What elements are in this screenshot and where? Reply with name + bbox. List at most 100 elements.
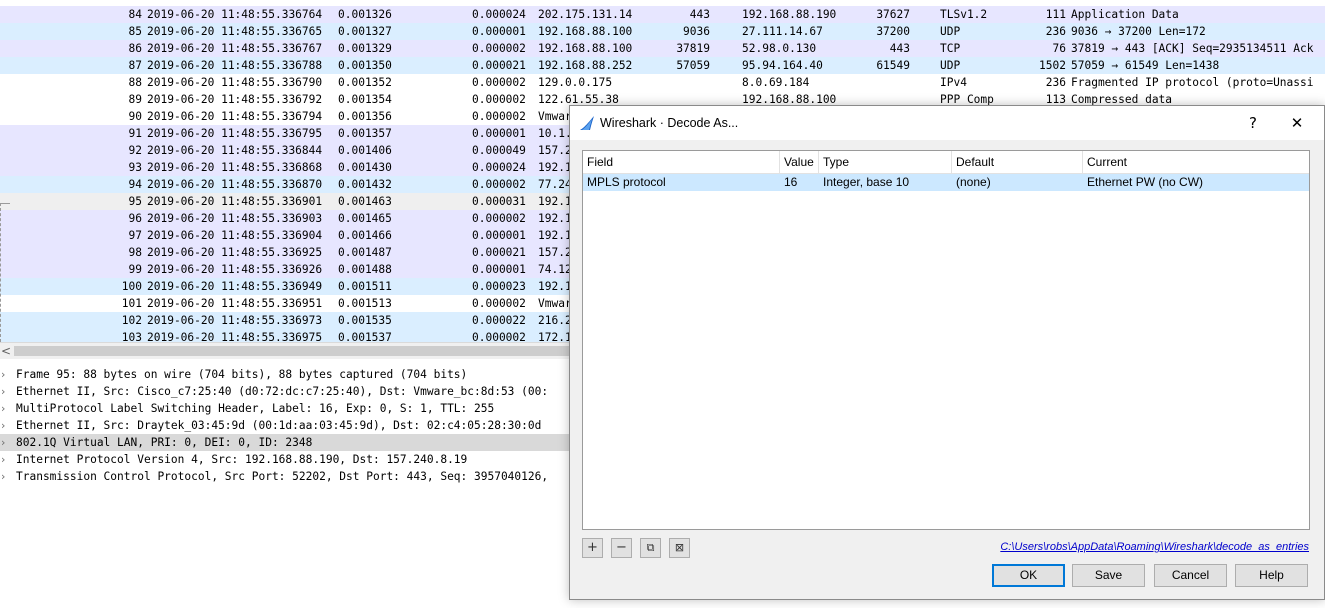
- packet-cell-src: 192.1: [538, 229, 572, 242]
- packet-cell-info: 9036 → 37200 Len=172: [1071, 25, 1206, 38]
- ok-button[interactable]: OK: [992, 564, 1065, 587]
- packet-row[interactable]: 88 2019-06-20 11:48:55.336790 0.001352 0.00…: [0, 74, 1325, 91]
- cell-value[interactable]: 16: [780, 174, 819, 191]
- save-button[interactable]: Save: [1072, 564, 1145, 587]
- table-header: Field Value Type Default Current: [583, 151, 1309, 174]
- expand-chevron-icon[interactable]: ›: [1, 400, 11, 417]
- packet-cell-len: 236: [1045, 25, 1066, 38]
- packet-cell-no: 94: [128, 178, 142, 191]
- packet-cell-time: 2019-06-20 11:48:55.336951: [147, 297, 323, 310]
- expand-chevron-icon[interactable]: ›: [1, 434, 11, 451]
- packet-cell-src: 192.1: [538, 161, 572, 174]
- packet-cell-time: 2019-06-20 11:48:55.336973: [147, 314, 323, 327]
- packet-cell-rel: 0.001466: [338, 229, 392, 242]
- packet-cell-src: 10.1.: [538, 127, 572, 140]
- titlebar-help-button[interactable]: ?: [1230, 106, 1276, 140]
- packet-cell-delta: 0.000001: [472, 263, 526, 276]
- expand-chevron-icon[interactable]: ›: [1, 468, 11, 485]
- column-header-default[interactable]: Default: [952, 151, 1083, 173]
- packet-cell-time: 2019-06-20 11:48:55.336975: [147, 331, 323, 342]
- packet-cell-no: 91: [128, 127, 142, 140]
- packet-cell-time: 2019-06-20 11:48:55.336926: [147, 263, 323, 276]
- column-header-value[interactable]: Value: [780, 151, 819, 173]
- dialog-titlebar[interactable]: Wireshark · Decode As... ? ✕: [570, 106, 1324, 140]
- packet-cell-info: 37819 → 443 [ACK] Seq=2935134511 Ack: [1071, 42, 1314, 55]
- detail-tree-label: Transmission Control Protocol, Src Port:…: [16, 470, 549, 483]
- close-icon[interactable]: ✕: [1274, 106, 1320, 140]
- packet-cell-delta: 0.000001: [472, 229, 526, 242]
- expand-chevron-icon[interactable]: ›: [1, 451, 11, 468]
- packet-cell-rel: 0.001511: [338, 280, 392, 293]
- cell-type: Integer, base 10: [823, 175, 910, 189]
- expand-chevron-icon[interactable]: ›: [1, 417, 11, 434]
- packet-row[interactable]: 87 2019-06-20 11:48:55.336788 0.001350 0.00…: [0, 57, 1325, 74]
- detail-tree-label: Internet Protocol Version 4, Src: 192.16…: [16, 453, 468, 466]
- packet-cell-time: 2019-06-20 11:48:55.336868: [147, 161, 323, 174]
- cell-field[interactable]: MPLS protocol: [583, 174, 780, 191]
- cell-current[interactable]: Ethernet PW (no CW): [1083, 174, 1309, 191]
- packet-cell-rel: 0.001432: [338, 178, 392, 191]
- wireshark-fin-icon: [580, 116, 594, 130]
- decode-as-dialog: Wireshark · Decode As... ? ✕ Field Value…: [569, 105, 1325, 600]
- packet-cell-delta: 0.000024: [472, 161, 526, 174]
- decode-as-table[interactable]: Field Value Type Default Current MPLS pr…: [582, 150, 1310, 530]
- packet-cell-no: 93: [128, 161, 142, 174]
- packet-cell-rel: 0.001463: [338, 195, 392, 208]
- expand-chevron-icon[interactable]: ›: [1, 383, 11, 400]
- packet-cell-src: 157.2: [538, 246, 572, 259]
- column-header-type[interactable]: Type: [819, 151, 952, 173]
- packet-cell-delta: 0.000002: [472, 178, 526, 191]
- packet-cell-no: 98: [128, 246, 142, 259]
- cancel-button[interactable]: Cancel: [1154, 564, 1227, 587]
- packet-cell-time: 2019-06-20 11:48:55.336794: [147, 110, 323, 123]
- clear-entries-button[interactable]: ⊠: [669, 538, 690, 558]
- packet-cell-no: 99: [128, 263, 142, 276]
- packet-cell-time: 2019-06-20 11:48:55.336844: [147, 144, 323, 157]
- packet-cell-time: 2019-06-20 11:48:55.336949: [147, 280, 323, 293]
- packet-cell-len: 236: [1045, 76, 1066, 89]
- packet-cell-rel: 0.001356: [338, 110, 392, 123]
- packet-cell-time: 2019-06-20 11:48:55.336901: [147, 195, 323, 208]
- packet-cell-rel: 0.001488: [338, 263, 392, 276]
- column-header-field[interactable]: Field: [583, 151, 780, 173]
- packet-row[interactable]: 84 2019-06-20 11:48:55.336764 0.001326 0.00…: [0, 6, 1325, 23]
- packet-row[interactable]: 85 2019-06-20 11:48:55.336765 0.001327 0.00…: [0, 23, 1325, 40]
- packet-cell-src: 157.2: [538, 144, 572, 157]
- packet-cell-src: Vmwar: [538, 110, 572, 123]
- packet-cell-no: 101: [121, 297, 142, 310]
- packet-cell-src: Vmwar: [538, 297, 572, 310]
- packet-cell-rel: 0.001357: [338, 127, 392, 140]
- table-row[interactable]: MPLS protocol 16 Integer, base 10 (none)…: [583, 174, 1309, 191]
- expand-chevron-icon[interactable]: ›: [1, 366, 11, 383]
- help-button[interactable]: Help: [1235, 564, 1308, 587]
- cell-default: (none): [956, 175, 991, 189]
- packet-cell-delta: 0.000002: [472, 331, 526, 342]
- decode-as-entries-path-link[interactable]: C:\Users\robs\AppData\Roaming\Wireshark\…: [1000, 541, 1309, 553]
- packet-cell-delta: 0.000031: [472, 195, 526, 208]
- packet-cell-time: 2019-06-20 11:48:55.336870: [147, 178, 323, 191]
- scrollbar-thumb[interactable]: [14, 346, 569, 356]
- packet-cell-no: 96: [128, 212, 142, 225]
- related-packet-bracket: [0, 203, 10, 342]
- packet-cell-delta: 0.000023: [472, 280, 526, 293]
- packet-cell-no: 103: [121, 331, 142, 342]
- packet-cell-info: Fragmented IP protocol (proto=Unassi: [1071, 76, 1314, 89]
- packet-cell-time: 2019-06-20 11:48:55.336795: [147, 127, 323, 140]
- packet-cell-no: 102: [121, 314, 142, 327]
- packet-cell-src: 172.1: [538, 331, 572, 342]
- detail-tree-label: MultiProtocol Label Switching Header, La…: [16, 402, 495, 415]
- copy-entry-button[interactable]: ⧉: [640, 538, 661, 558]
- detail-tree-label: Ethernet II, Src: Cisco_c7:25:40 (d0:72:…: [16, 385, 549, 398]
- packet-cell-rel: 0.001406: [338, 144, 392, 157]
- detail-tree-label: 802.1Q Virtual LAN, PRI: 0, DEI: 0, ID: …: [16, 436, 313, 449]
- packet-cell-rel: 0.001465: [338, 212, 392, 225]
- column-header-current[interactable]: Current: [1083, 151, 1309, 173]
- add-entry-button[interactable]: +: [582, 538, 603, 558]
- dialog-title: Wireshark · Decode As...: [600, 116, 739, 130]
- detail-tree-label: Frame 95: 88 bytes on wire (704 bits), 8…: [16, 368, 468, 381]
- packet-cell-no: 97: [128, 229, 142, 242]
- remove-entry-button[interactable]: −: [611, 538, 632, 558]
- scroll-left-arrow-icon[interactable]: <: [1, 343, 11, 359]
- packet-cell-no: 100: [121, 280, 142, 293]
- packet-row[interactable]: 86 2019-06-20 11:48:55.336767 0.001329 0.00…: [0, 40, 1325, 57]
